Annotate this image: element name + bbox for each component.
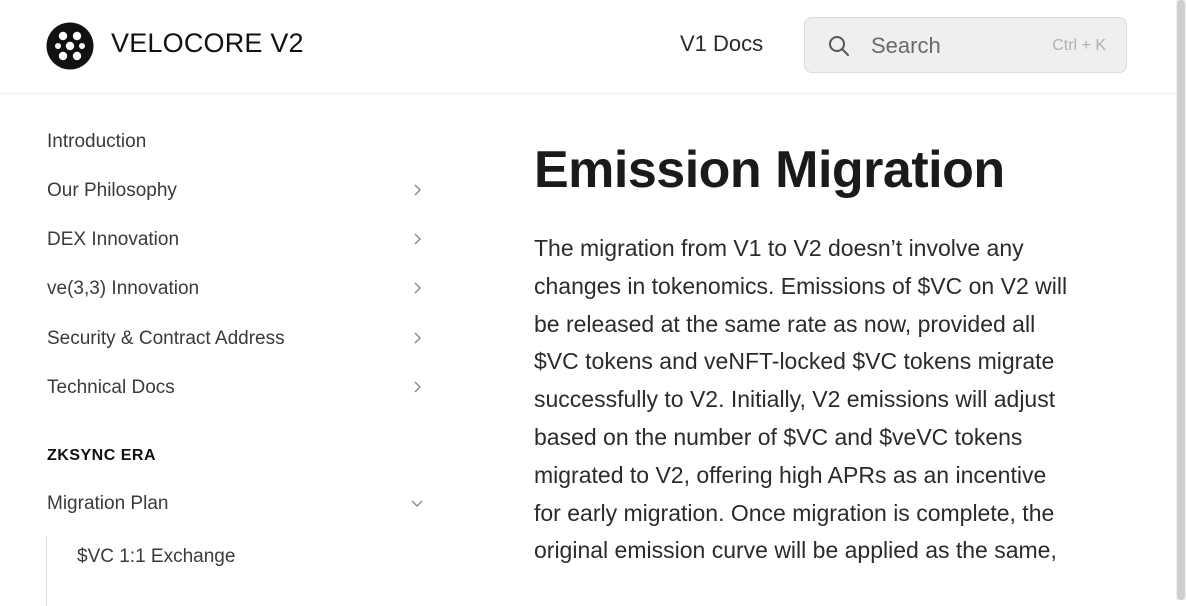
- sidebar-item-label: Our Philosophy: [47, 180, 177, 201]
- sidebar-nav: Introduction Our Philosophy DEX Innovati…: [0, 94, 460, 606]
- chevron-right-icon[interactable]: [409, 330, 425, 346]
- search-box[interactable]: Search Ctrl + K: [804, 17, 1127, 73]
- sidebar-item-label: Security & Contract Address: [47, 328, 285, 349]
- sidebar-item-label: ve(3,3) Innovation: [47, 278, 200, 299]
- chevron-right-icon[interactable]: [409, 280, 425, 296]
- search-placeholder: Search: [871, 33, 941, 58]
- scrollbar-thumb[interactable]: [1177, 0, 1185, 600]
- sidebar-item-migration-plan[interactable]: Migration Plan: [47, 487, 437, 521]
- sidebar-section-title: ZKSYNC ERA: [47, 447, 157, 464]
- chevron-right-icon[interactable]: [409, 231, 425, 247]
- sidebar-item-our-philosophy[interactable]: Our Philosophy: [47, 174, 437, 208]
- sidebar-subitem-vc-exchange[interactable]: $VC 1:1 Exchange: [77, 546, 235, 568]
- sidebar-item-technical-docs[interactable]: Technical Docs: [47, 371, 437, 405]
- velocore-logo-icon[interactable]: [46, 22, 94, 70]
- sidebar-item-introduction[interactable]: Introduction: [47, 125, 437, 159]
- sidebar-item-label: Migration Plan: [47, 493, 169, 514]
- page-scrollbar[interactable]: [1176, 0, 1186, 600]
- chevron-right-icon[interactable]: [409, 182, 425, 198]
- v1-docs-link[interactable]: V1 Docs: [680, 31, 763, 57]
- page-title: Emission Migration: [534, 141, 1005, 199]
- search-icon: [829, 36, 849, 56]
- body-paragraph: The migration from V1 to V2 doesn’t invo…: [534, 235, 1068, 564]
- sidebar-item-ve33-innovation[interactable]: ve(3,3) Innovation: [47, 272, 437, 306]
- sidebar-item-label: Technical Docs: [47, 377, 175, 398]
- search-shortcut: Ctrl + K: [1052, 37, 1106, 54]
- sidebar-item-security-contract-address[interactable]: Security & Contract Address: [47, 322, 437, 356]
- sidebar-item-dex-innovation[interactable]: DEX Innovation: [47, 223, 437, 257]
- top-header: VELOCORE V2 V1 Docs Search Ctrl + K: [0, 0, 1176, 94]
- chevron-right-icon[interactable]: [409, 379, 425, 395]
- subtree-divider: [46, 536, 47, 606]
- chevron-down-icon[interactable]: [409, 495, 425, 511]
- sidebar-item-label: Introduction: [47, 131, 147, 152]
- brand-title[interactable]: VELOCORE V2: [111, 28, 304, 59]
- sidebar-item-label: DEX Innovation: [47, 229, 180, 250]
